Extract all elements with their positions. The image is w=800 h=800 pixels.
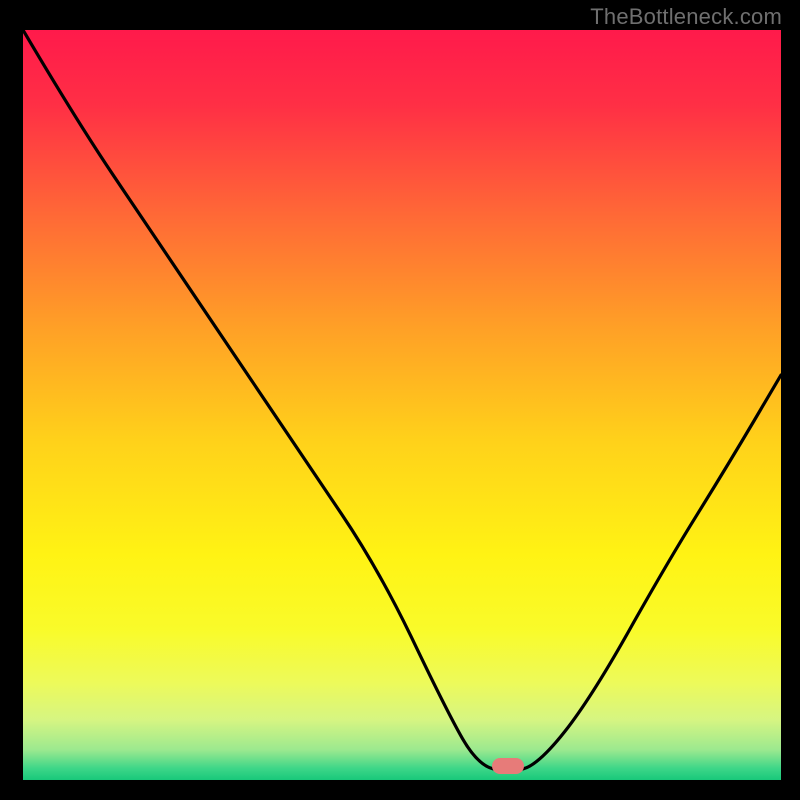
chart-frame: TheBottleneck.com (0, 0, 800, 800)
optimum-marker (492, 758, 524, 774)
bottleneck-curve (23, 30, 781, 780)
watermark-label: TheBottleneck.com (590, 4, 782, 30)
plot-area (23, 30, 781, 780)
